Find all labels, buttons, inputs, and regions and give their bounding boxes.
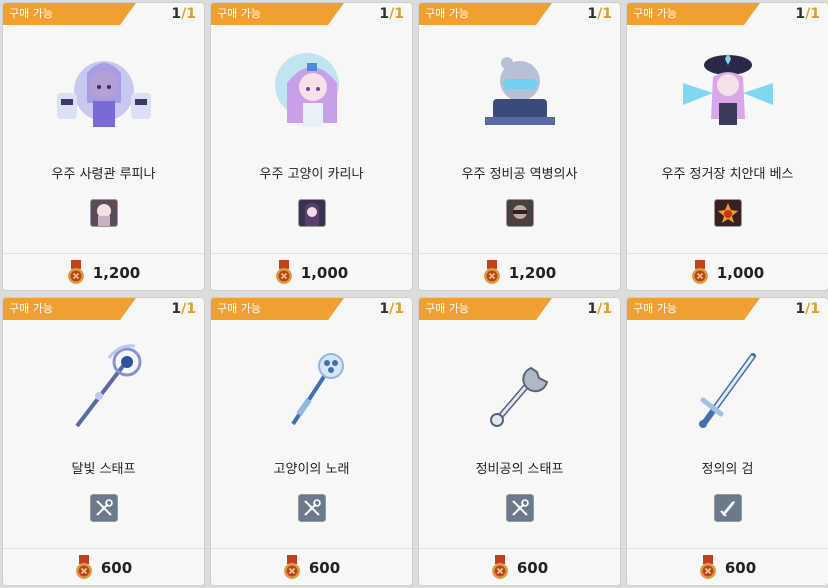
shop-item-card[interactable]: 구매 가능 1/1 우주 정거장 치안대 베스 1,000 xyxy=(626,2,828,291)
medal-icon xyxy=(75,555,92,579)
shop-item-card[interactable]: 구매 가능 1/1 우주 사령관 루피나 1,200 xyxy=(2,2,205,291)
price-value: 600 xyxy=(516,559,549,577)
divider xyxy=(3,548,204,549)
price-value: 1,000 xyxy=(300,264,349,282)
status-badge: 구매 가능 xyxy=(419,3,552,25)
item-name: 정비공의 스태프 xyxy=(475,462,564,477)
stock-count: 1/1 xyxy=(795,6,820,22)
price-row: 600 xyxy=(419,555,620,581)
weapon-icon[interactable] xyxy=(505,494,534,522)
status-badge: 구매 가능 xyxy=(3,298,136,320)
medal-icon xyxy=(699,555,716,579)
divider xyxy=(419,548,620,549)
status-badge: 구매 가능 xyxy=(627,3,760,25)
status-badge: 구매 가능 xyxy=(419,298,552,320)
shop-item-card[interactable]: 구매 가능 1/1 우주 고양이 카리나 1,000 xyxy=(210,2,413,291)
price-value: 600 xyxy=(100,559,133,577)
divider xyxy=(627,253,828,254)
item-name: 달빛 스태프 xyxy=(71,462,136,477)
stock-count: 1/1 xyxy=(379,6,404,22)
sword-icon xyxy=(698,353,756,428)
divider xyxy=(211,548,412,549)
stock-count: 1/1 xyxy=(379,301,404,317)
character-icon xyxy=(56,61,151,127)
weapon-icon[interactable] xyxy=(297,494,326,522)
price-row: 1,200 xyxy=(419,260,620,286)
character-icon xyxy=(682,53,773,125)
status-badge: 구매 가능 xyxy=(3,3,136,25)
price-value: 1,200 xyxy=(92,264,141,282)
item-name: 정의의 검 xyxy=(701,462,754,477)
character-icon xyxy=(274,53,339,127)
stock-count: 1/1 xyxy=(171,6,196,22)
shop-item-card[interactable]: 구매 가능 1/1 정의의 검 600 xyxy=(626,297,828,586)
portrait-icon[interactable] xyxy=(89,199,118,227)
item-name: 우주 정거장 치안대 베스 xyxy=(661,167,794,182)
staff-icon xyxy=(290,353,344,426)
portrait-icon[interactable] xyxy=(713,199,742,227)
stock-count: 1/1 xyxy=(795,301,820,317)
shop-grid: 구매 가능 1/1 우주 사령관 루피나 1,200 구매 가능 1/1 우주 … xyxy=(0,0,828,588)
medal-icon xyxy=(483,260,500,284)
price-row: 1,200 xyxy=(3,260,204,286)
shop-item-card[interactable]: 구매 가능 1/1 고양이의 노래 600 xyxy=(210,297,413,586)
stock-count: 1/1 xyxy=(587,6,612,22)
medal-icon xyxy=(691,260,708,284)
portrait-icon[interactable] xyxy=(297,199,326,227)
sword-icon[interactable] xyxy=(713,494,742,522)
portrait-icon[interactable] xyxy=(505,199,534,227)
stock-count: 1/1 xyxy=(587,301,612,317)
price-value: 600 xyxy=(724,559,757,577)
status-badge: 구매 가능 xyxy=(211,3,344,25)
divider xyxy=(627,548,828,549)
price-value: 600 xyxy=(308,559,341,577)
item-name: 고양이의 노래 xyxy=(273,462,350,477)
medal-icon xyxy=(491,555,508,579)
price-row: 600 xyxy=(627,555,828,581)
divider xyxy=(211,253,412,254)
shop-item-card[interactable]: 구매 가능 1/1 우주 정비공 역병의사 1,200 xyxy=(418,2,621,291)
stock-count: 1/1 xyxy=(171,301,196,317)
item-name: 우주 사령관 루피나 xyxy=(51,167,156,182)
price-row: 600 xyxy=(211,555,412,581)
status-badge: 구매 가능 xyxy=(211,298,344,320)
staff-icon xyxy=(74,344,141,428)
price-row: 1,000 xyxy=(211,260,412,286)
medal-icon xyxy=(275,260,292,284)
divider xyxy=(419,253,620,254)
price-value: 1,000 xyxy=(716,264,765,282)
divider xyxy=(3,253,204,254)
price-row: 600 xyxy=(3,555,204,581)
price-value: 1,200 xyxy=(508,264,557,282)
character-icon xyxy=(484,57,555,125)
shop-item-card[interactable]: 구매 가능 1/1 달빛 스태프 600 xyxy=(2,297,205,586)
weapon-icon[interactable] xyxy=(89,494,118,522)
medal-icon xyxy=(67,260,84,284)
price-row: 1,000 xyxy=(627,260,828,286)
shop-item-card[interactable]: 구매 가능 1/1 정비공의 스태프 600 xyxy=(418,297,621,586)
medal-icon xyxy=(283,555,300,579)
status-badge: 구매 가능 xyxy=(627,298,760,320)
item-name: 우주 정비공 역병의사 xyxy=(461,167,578,182)
item-name: 우주 고양이 카리나 xyxy=(259,167,364,182)
wrench-icon xyxy=(489,366,548,427)
